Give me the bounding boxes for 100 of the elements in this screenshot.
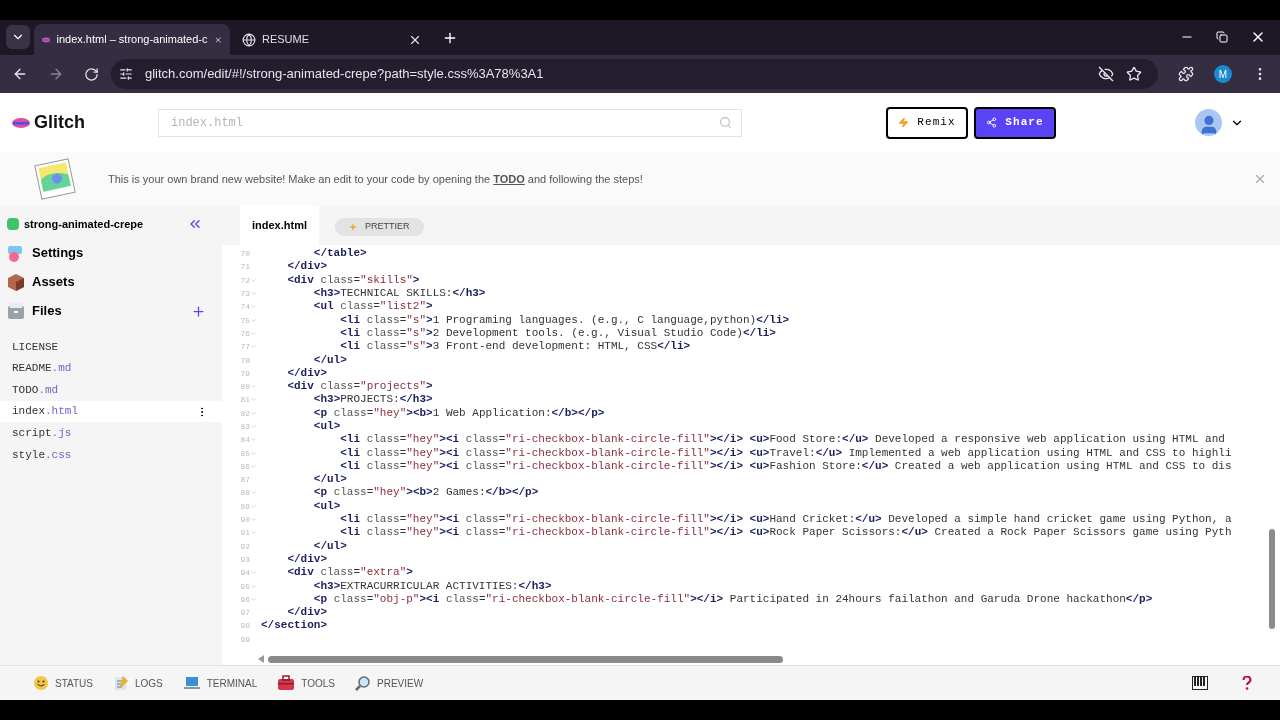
project-name: strong-animated-crepe [24,216,145,232]
code-line: <div class="projects"> [286,380,433,394]
logo-text: Glitch [34,111,85,134]
bottom-bar-button[interactable]: TERMINAL [182,675,258,691]
line-number: 72 [239,274,250,287]
sidebar-section[interactable]: Files [32,301,185,321]
code-line: <div class="extra"> [286,566,413,580]
scroll-left-icon[interactable] [258,655,264,663]
line-number: 92 [239,540,250,553]
code-line: <ul class="list2"> [312,300,433,314]
code-line: <li class="hey"><i class="ri-checkbox-blank-circle-fill"></i> <u>Rock Paper Scissors:</u> Created a Rock Paper Scissors game using Pyth [339,526,1232,540]
file-item[interactable]: style.css [0,443,222,466]
share-icon [986,117,998,128]
todo-link[interactable]: TODO [493,172,525,185]
tab-search-button[interactable] [6,25,30,49]
line-number: 70 [239,248,250,261]
line-number: 73 [239,288,250,301]
file-item[interactable]: LICENSE [0,336,222,358]
extensions-icon[interactable] [1178,66,1194,82]
profile-avatar[interactable]: M [1214,65,1232,83]
notepad-icon [112,675,129,691]
code-line: <h3>TECHNICAL SKILLS:</h3> [312,287,486,301]
new-tab-icon[interactable] [442,30,458,46]
line-number: 83 [239,421,250,433]
eye-off-icon[interactable] [1098,66,1114,82]
code-line: <h3>PROJECTS:</h3> [312,393,433,407]
add-file-icon[interactable] [191,303,206,319]
bottom-bar-button[interactable]: TOOLS [277,675,336,691]
star-icon[interactable] [1126,66,1142,82]
line-number: 82 [239,407,250,420]
sidebar-section[interactable]: Assets [32,272,216,292]
code-line: </section> [261,619,328,633]
line-number: 95 [239,580,250,593]
code-line: </div> [286,260,328,274]
line-number: 87 [239,474,250,487]
smiley-icon [33,675,49,691]
share-button[interactable]: Share [974,106,1056,139]
box-icon [6,272,26,292]
line-number: 85 [239,447,250,460]
line-number: 71 [239,261,250,274]
user-avatar[interactable] [1195,109,1222,136]
line-number: 74 [239,301,250,314]
code-line: <li class="hey"><i class="ri-checkbox-blank-circle-fill"></i> <u>Food Store:</u> Developed a responsive web application using HTML and [339,433,1225,447]
back-icon[interactable] [12,66,28,82]
site-settings-icon[interactable] [119,67,133,81]
line-number: 88 [239,487,250,500]
banner-text: This is your own brand new website! Make an edit to your code by opening the TODO and following the steps! [108,171,644,187]
prettier-button[interactable]: PRETTIER [335,218,424,236]
code-line: <li class="s">1 Programing languages. (e.g., C language,python)</li> [339,313,790,327]
line-number: 75 [239,314,250,327]
code-line: </ul> [312,473,347,487]
line-number: 94 [239,567,250,580]
search-icon [719,115,732,129]
code-line: <ul> [312,420,341,433]
code-line: <li class="hey"><i class="ri-checkbox-blank-circle-fill"></i> <u>Travel:</u> Implemented a web application using HTML and CSS to highli [339,446,1232,460]
file-item[interactable]: README.md [0,357,222,380]
browser-tab[interactable]: RESUME [234,24,430,55]
search-field[interactable]: index.html [158,108,742,137]
restore-icon[interactable] [1216,31,1228,43]
line-number: 86 [239,460,250,473]
reload-icon[interactable] [84,66,99,82]
line-number: 96 [239,593,250,606]
file-item[interactable]: index.html [0,400,222,423]
remix-button[interactable]: Remix [886,106,968,139]
help-icon[interactable] [1242,676,1252,690]
browser-tab[interactable]: index.html – strong-animated-c [34,24,230,55]
line-number: 90 [239,514,250,527]
lightning-icon [898,117,910,128]
code-line: </table> [312,247,367,261]
horizontal-scrollbar[interactable] [268,655,783,663]
line-number: 78 [239,354,250,367]
line-number: 79 [239,367,250,380]
line-number: 89 [239,500,250,513]
line-number: 80 [239,381,250,394]
file-item[interactable]: TODO.md [0,379,222,401]
line-number: 77 [239,341,250,354]
bottom-bar-button[interactable]: LOGS [112,675,163,691]
code-line: <ul> [312,499,341,513]
forward-icon[interactable] [48,66,64,82]
vertical-scrollbar[interactable] [1269,529,1275,629]
code-line: </ul> [312,539,347,553]
code-line: <p class="hey"><b>2 Games:</b></p> [312,486,539,500]
code-line: <li class="s">3 Front-end development: HTML, CSS</li> [339,340,691,354]
code-line: <h3>EXTRACURRICULAR ACTIVITIES:</h3> [312,579,552,593]
address-bar[interactable]: glitch.com/edit/#!/strong-animated-crepe?path=style.css%3A78%3A1 [111,59,1158,89]
sparkle-icon [349,223,357,231]
globe-icon [242,32,256,47]
keyboard-icon[interactable] [1192,676,1208,690]
code-line: </div> [286,552,328,566]
laptop-icon [182,675,201,691]
file-cabinet-icon [6,301,26,321]
editor-tab[interactable]: index.html [240,206,319,245]
sidebar-section[interactable]: Settings [32,243,216,263]
bottom-bar-button[interactable]: PREVIEW [355,675,424,691]
code-line: <li class="hey"><i class="ri-checkbox-blank-circle-fill"></i> <u>Fashion Store:</u> Created a web application using HTML and CSS to dis [339,459,1232,473]
code-line: </div> [286,366,328,380]
file-item[interactable]: script.js [0,422,222,444]
bottom-bar-button[interactable]: STATUS [33,675,93,691]
project-icon [7,218,19,230]
code-line: <p class="obj-p"><i class="ri-checkbox-blank-circle-fill"></i> Participated in 24hours failathon and Garuda Drone hackathon</p> [312,592,1153,606]
